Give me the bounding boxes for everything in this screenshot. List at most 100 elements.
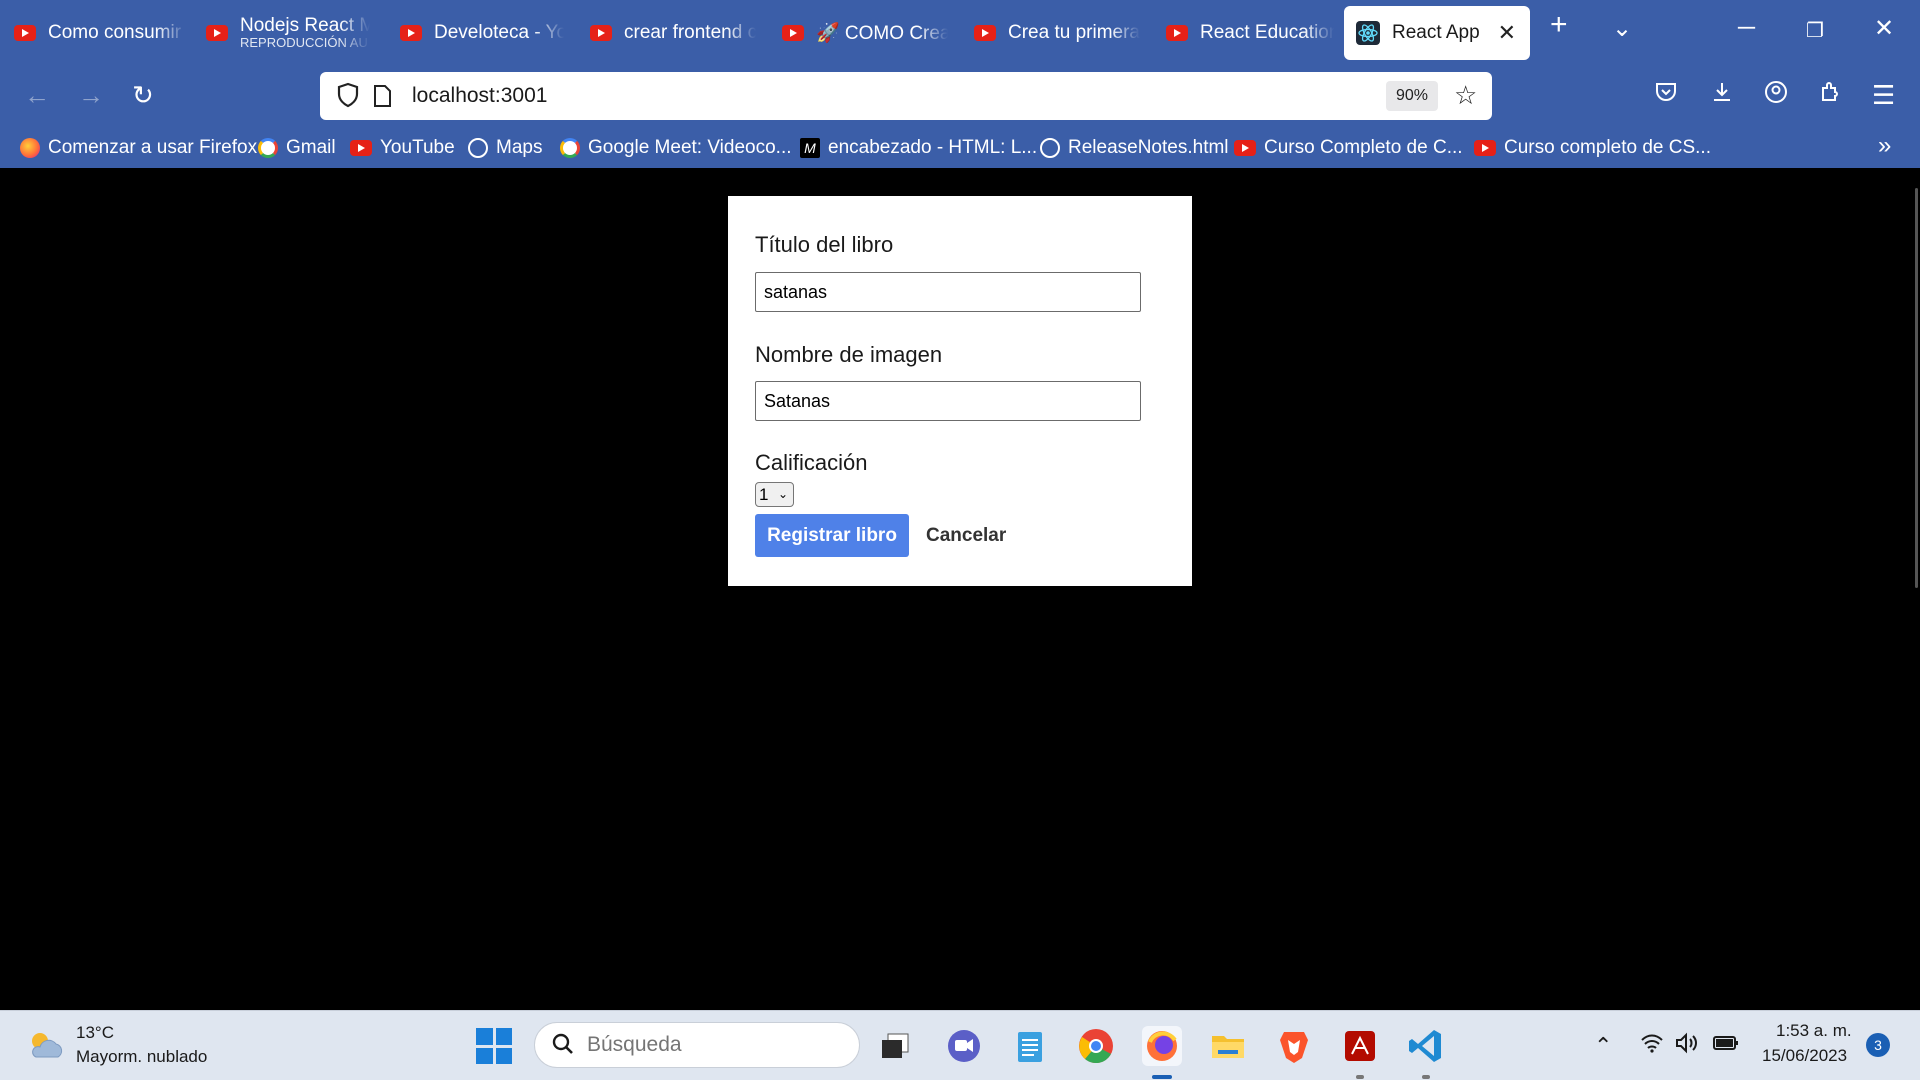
browser-tab[interactable]: Nodejs React M REPRODUCCIÓN AU (192, 6, 370, 60)
navigation-bar: ← → ↻ localhost:3001 90% ☆ ☰ (0, 66, 1920, 128)
open-app-indicator (1422, 1075, 1430, 1079)
youtube-icon (590, 25, 612, 41)
back-icon[interactable]: ← (24, 80, 50, 111)
bookmark-item[interactable]: Mencabezado - HTML: L... (800, 137, 1037, 159)
title-input[interactable] (755, 272, 1141, 312)
scrollbar[interactable] (1915, 188, 1918, 588)
react-icon (1356, 21, 1380, 45)
chevron-down-icon: ⌄ (777, 487, 788, 501)
extensions-icon[interactable] (1818, 80, 1842, 111)
close-window-icon[interactable]: ✕ (1874, 14, 1894, 43)
browser-tab[interactable]: 🚀 COMO Crea (768, 6, 948, 60)
google-icon (560, 138, 580, 158)
bookmarks-overflow-icon[interactable]: » (1878, 132, 1891, 160)
youtube-icon (974, 25, 996, 41)
bookmark-item[interactable]: Gmail (258, 137, 336, 159)
firefox-icon (20, 138, 40, 158)
weather-description[interactable]: Mayorm. nublado (76, 1047, 207, 1067)
vscode-icon[interactable] (1406, 1026, 1446, 1066)
forward-icon[interactable]: → (78, 80, 104, 111)
bookmark-label: YouTube (380, 137, 455, 158)
image-input[interactable] (755, 381, 1141, 421)
acrobat-icon[interactable] (1340, 1026, 1380, 1066)
browser-tab[interactable]: Como consumir (0, 6, 186, 60)
youtube-icon (350, 140, 372, 156)
close-tab-icon[interactable]: ✕ (1498, 20, 1516, 46)
bookmark-item[interactable]: Google Meet: Videoco... (560, 137, 792, 159)
new-tab-icon[interactable]: + (1550, 8, 1568, 42)
battery-icon[interactable] (1712, 1031, 1740, 1061)
bookmark-item[interactable]: Comenzar a usar Firefox (20, 137, 257, 159)
cancel-button[interactable]: Cancelar (926, 514, 1006, 557)
register-book-button[interactable]: Registrar libro (755, 514, 909, 557)
search-input[interactable] (587, 1031, 837, 1059)
teams-chat-icon[interactable] (944, 1026, 984, 1066)
volume-icon[interactable] (1674, 1031, 1700, 1061)
task-view-icon[interactable] (876, 1026, 916, 1066)
youtube-icon (14, 25, 36, 41)
taskbar-search[interactable] (534, 1022, 860, 1068)
browser-tab[interactable]: Crea tu primera (960, 6, 1140, 60)
browser-tab[interactable]: React Education (1152, 6, 1334, 60)
start-icon[interactable] (476, 1028, 512, 1064)
bookmark-label: Curso Completo de C... (1264, 137, 1463, 158)
globe-icon (1040, 138, 1060, 158)
bookmark-item[interactable]: Maps (468, 137, 542, 159)
restore-icon[interactable]: ❐ (1806, 18, 1824, 43)
rating-select[interactable]: 1 ⌄ (755, 482, 794, 507)
bookmark-label: encabezado - HTML: L... (828, 137, 1038, 158)
image-label: Nombre de imagen (755, 342, 943, 367)
bookmark-item[interactable]: Curso Completo de C... (1234, 137, 1463, 159)
firefox-taskbar-icon[interactable] (1142, 1026, 1182, 1066)
file-explorer-icon[interactable] (1208, 1026, 1248, 1066)
browser-tab[interactable]: Develoteca - Yo (386, 6, 564, 60)
bookmark-label: Curso completo de CS... (1504, 137, 1711, 158)
youtube-icon (1166, 25, 1188, 41)
rating-label: Calificación (755, 450, 868, 475)
browser-tab[interactable]: crear frontend c (576, 6, 756, 60)
title-label: Título del libro (755, 232, 894, 257)
globe-icon (468, 138, 488, 158)
page-content: Título del libro Nombre de imagen Califi… (0, 168, 1920, 1010)
notepad-icon[interactable] (1010, 1026, 1050, 1066)
bookmark-item[interactable]: ReleaseNotes.html (1040, 137, 1229, 159)
shield-icon[interactable] (336, 82, 360, 113)
account-icon[interactable] (1764, 80, 1788, 111)
bookmark-label: Maps (496, 137, 543, 158)
bookmark-star-icon[interactable]: ☆ (1454, 80, 1477, 111)
youtube-icon (206, 25, 228, 41)
address-bar[interactable]: localhost:3001 90% ☆ (320, 72, 1492, 120)
notification-badge[interactable]: 3 (1866, 1033, 1890, 1057)
youtube-icon (400, 25, 422, 41)
menu-icon[interactable]: ☰ (1872, 80, 1895, 111)
cloud-weather-icon[interactable] (26, 1029, 66, 1061)
weather-temperature[interactable]: 13°C (76, 1023, 114, 1043)
url-text[interactable]: localhost:3001 (412, 84, 547, 108)
page-icon[interactable] (372, 84, 392, 113)
bookmarks-bar: Comenzar a usar Firefox Gmail YouTube Ma… (0, 128, 1920, 168)
pocket-icon[interactable] (1654, 80, 1678, 111)
chevron-up-icon[interactable]: ⌃ (1594, 1033, 1612, 1059)
wifi-icon[interactable] (1640, 1031, 1664, 1061)
minimize-icon[interactable]: ─ (1738, 14, 1755, 42)
bookmark-item[interactable]: YouTube (350, 137, 455, 159)
zoom-level[interactable]: 90% (1386, 81, 1438, 111)
clock-time[interactable]: 1:53 a. m. (1776, 1021, 1852, 1041)
open-app-indicator (1356, 1075, 1364, 1079)
active-app-indicator (1152, 1075, 1172, 1079)
google-icon (258, 138, 278, 158)
bookmark-label: ReleaseNotes.html (1068, 137, 1229, 158)
tab-bar: Como consumir Nodejs React M REPRODUCCIÓN… (0, 0, 1920, 66)
bookmark-item[interactable]: Curso completo de CS... (1474, 137, 1711, 159)
youtube-icon (1234, 140, 1256, 156)
taskbar: 13°C Mayorm. nublado ⌃ (0, 1010, 1920, 1080)
browser-tab-active[interactable]: React App ✕ (1344, 6, 1530, 60)
search-icon (551, 1032, 575, 1063)
clock-date[interactable]: 15/06/2023 (1762, 1046, 1847, 1066)
chrome-icon[interactable] (1076, 1026, 1116, 1066)
mdn-icon: M (800, 138, 820, 158)
reload-icon[interactable]: ↻ (132, 80, 154, 111)
brave-icon[interactable] (1274, 1026, 1314, 1066)
chevron-down-icon[interactable]: ⌄ (1612, 14, 1632, 43)
downloads-icon[interactable] (1710, 80, 1734, 111)
